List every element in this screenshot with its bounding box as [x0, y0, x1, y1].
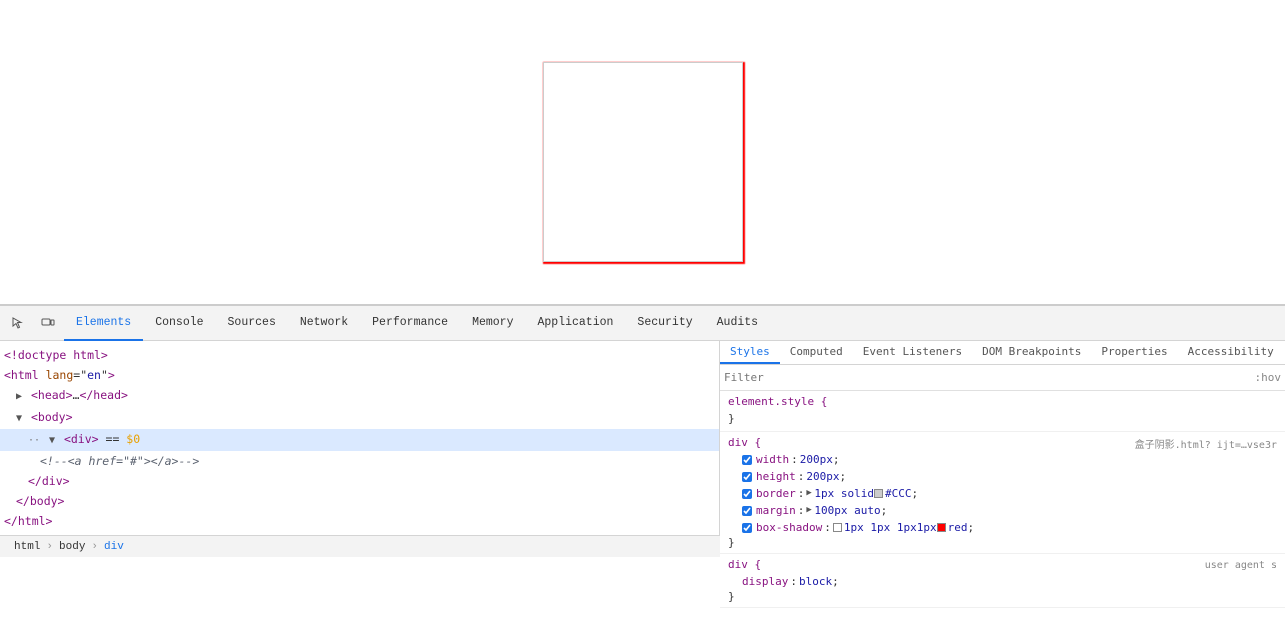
rule-selector-element: element.style { — [728, 395, 1277, 408]
rule-div: div { 盒子阴影.html? ijt=…vse3r width : 200p… — [720, 432, 1285, 554]
devtools-panel: Elements Console Sources Network Perform… — [0, 305, 1285, 622]
prop-checkbox-margin[interactable] — [742, 506, 752, 516]
rule-selector-div-agent: div { — [728, 558, 761, 571]
subtab-event-listeners[interactable]: Event Listeners — [853, 341, 972, 364]
devtools-tab-bar: Elements Console Sources Network Perform… — [0, 306, 1285, 341]
prop-checkbox-border[interactable] — [742, 489, 752, 499]
rule-prop-box-shadow: box-shadow : 1px 1px 1px 1px red ; — [728, 519, 1277, 536]
rule-prop-height: height : 200px ; — [728, 468, 1277, 485]
rule-prop-display: display : block ; — [728, 573, 1277, 590]
html-line-close-body[interactable]: </body> — [0, 491, 719, 511]
inspect-icon[interactable] — [4, 309, 32, 337]
prop-checkbox-box-shadow[interactable] — [742, 523, 752, 533]
html-line-comment[interactable]: <!--<a href="#"></a>--> — [0, 451, 719, 471]
elements-panel[interactable]: <!doctype html> <html lang="en"> ▶ <head… — [0, 341, 720, 535]
breadcrumb-body[interactable]: body — [53, 539, 91, 555]
subtab-accessibility[interactable]: Accessibility — [1178, 341, 1284, 364]
subtab-properties[interactable]: Properties — [1091, 341, 1177, 364]
color-swatch-border[interactable] — [874, 489, 883, 498]
subtab-dom-breakpoints[interactable]: DOM Breakpoints — [972, 341, 1091, 364]
rule-div-agent: div { user agent s display : block ; } — [720, 554, 1285, 608]
subtab-styles[interactable]: Styles — [720, 341, 780, 364]
color-swatch-box-shadow[interactable] — [937, 523, 946, 532]
prop-checkbox-width[interactable] — [742, 455, 752, 465]
styles-filter-bar: :hov — [720, 365, 1285, 391]
tab-performance[interactable]: Performance — [360, 306, 460, 341]
rule-prop-border: border : ▶ 1px solid #CCC ; — [728, 485, 1277, 502]
filter-hov-button[interactable]: :hov — [1255, 371, 1282, 384]
styles-panel: Styles Computed Event Listeners DOM Brea… — [720, 341, 1285, 622]
styles-filter-input[interactable] — [724, 371, 1255, 384]
rule-selector-div: div { — [728, 436, 761, 449]
styles-subtabs: Styles Computed Event Listeners DOM Brea… — [720, 341, 1285, 365]
rule-prop-width: width : 200px ; — [728, 451, 1277, 468]
tab-security[interactable]: Security — [625, 306, 704, 341]
browser-preview — [0, 0, 1285, 305]
tab-elements[interactable]: Elements — [64, 306, 143, 341]
tab-memory[interactable]: Memory — [460, 306, 525, 341]
devtools-main: <!doctype html> <html lang="en"> ▶ <head… — [0, 341, 1285, 622]
breadcrumb: html › body › div — [0, 535, 720, 557]
html-line-close-html[interactable]: </html> — [0, 511, 719, 531]
html-line-head[interactable]: ▶ <head>…</head> — [0, 385, 719, 407]
demo-box — [543, 62, 743, 262]
elements-column: <!doctype html> <html lang="en"> ▶ <head… — [0, 341, 720, 622]
breadcrumb-html[interactable]: html — [8, 539, 46, 555]
subtab-computed[interactable]: Computed — [780, 341, 853, 364]
rule-source-div[interactable]: 盒子阴影.html? ijt=…vse3r — [1135, 436, 1277, 451]
html-line-div-selected[interactable]: ·· ▼ <div> == $0 — [0, 429, 719, 451]
html-line-body[interactable]: ▼ <body> — [0, 407, 719, 429]
prop-checkbox-height[interactable] — [742, 472, 752, 482]
tab-network[interactable]: Network — [288, 306, 360, 341]
html-line-doctype[interactable]: <!doctype html> — [0, 345, 719, 365]
rule-close-element: } — [728, 410, 1277, 427]
html-line-html[interactable]: <html lang="en"> — [0, 365, 719, 385]
device-icon[interactable] — [34, 309, 62, 337]
rule-source-agent[interactable]: user agent s — [1205, 560, 1277, 571]
tab-console[interactable]: Console — [143, 306, 215, 341]
tab-audits[interactable]: Audits — [705, 306, 770, 341]
rule-close-div-agent: } — [728, 590, 1277, 603]
rule-prop-margin: margin : ▶ 100px auto ; — [728, 502, 1277, 519]
breadcrumb-div[interactable]: div — [98, 539, 130, 555]
tab-application[interactable]: Application — [526, 306, 626, 341]
rule-close-div: } — [728, 536, 1277, 549]
rule-element-style: element.style { } — [720, 391, 1285, 432]
shadow-swatch-box[interactable] — [833, 523, 842, 532]
html-line-close-div[interactable]: </div> — [0, 471, 719, 491]
tab-sources[interactable]: Sources — [216, 306, 288, 341]
